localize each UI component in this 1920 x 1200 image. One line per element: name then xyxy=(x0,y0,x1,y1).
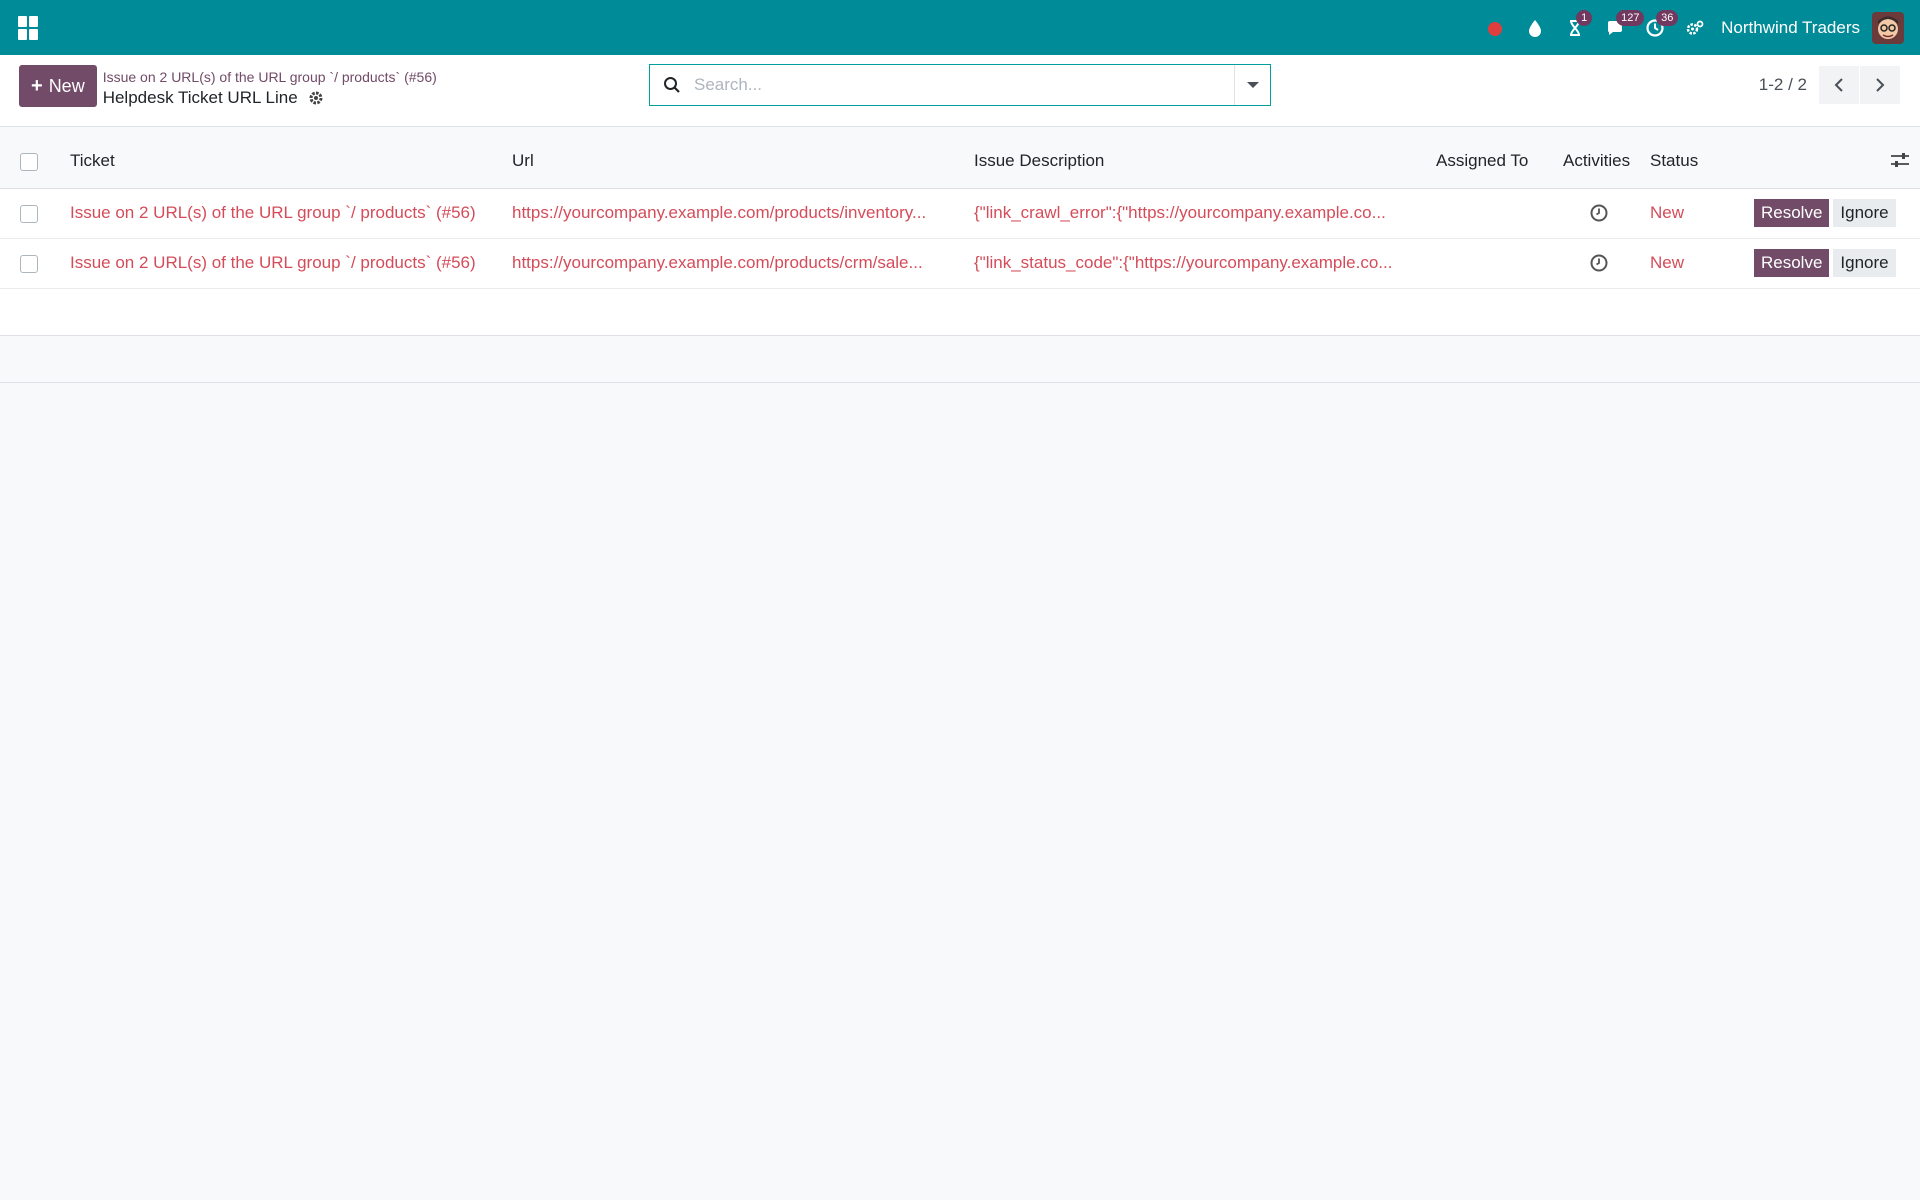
header-status[interactable]: Status xyxy=(1642,127,1720,189)
cell-issue-description[interactable]: {"link_status_code":{"https://yourcompan… xyxy=(966,238,1428,289)
apps-menu-icon[interactable] xyxy=(18,15,42,40)
cell-status[interactable]: New xyxy=(1642,238,1720,289)
ignore-button[interactable]: Ignore xyxy=(1833,199,1896,227)
new-button[interactable]: + New xyxy=(19,65,97,107)
activity-clock-icon[interactable]: 36 xyxy=(1635,0,1679,55)
plus-icon: + xyxy=(31,74,43,97)
navbar-systray: 1 127 36 Northwind Traders xyxy=(1475,0,1904,55)
company-switcher[interactable]: Northwind Traders xyxy=(1721,18,1860,38)
empty-row xyxy=(0,288,1920,336)
header-issue-description[interactable]: Issue Description xyxy=(966,127,1428,189)
cell-actions: Resolve Ignore xyxy=(1720,188,1920,239)
row-checkbox[interactable] xyxy=(20,204,38,223)
chevron-right-icon xyxy=(1876,78,1885,92)
pager: 1-2 / 2 xyxy=(1759,66,1900,104)
breadcrumb[interactable]: Issue on 2 URL(s) of the URL group `/ pr… xyxy=(103,69,437,85)
cell-ticket[interactable]: Issue on 2 URL(s) of the URL group `/ pr… xyxy=(62,188,504,239)
list-view: Ticket Url Issue Description Assigned To… xyxy=(0,127,1920,383)
cell-ticket[interactable]: Issue on 2 URL(s) of the URL group `/ pr… xyxy=(62,238,504,289)
cell-issue-description[interactable]: {"link_crawl_error":{"https://yourcompan… xyxy=(966,188,1428,239)
table-header-row: Ticket Url Issue Description Assigned To… xyxy=(0,127,1920,189)
cell-actions: Resolve Ignore xyxy=(1720,238,1920,289)
caret-down-icon xyxy=(1246,82,1259,88)
top-navbar: 1 127 36 Northwind Traders xyxy=(0,0,1920,55)
pager-next-button[interactable] xyxy=(1860,66,1900,104)
page-title: Helpdesk Ticket URL Line xyxy=(102,88,298,107)
gear-icon[interactable] xyxy=(308,90,324,106)
resolve-button[interactable]: Resolve xyxy=(1754,249,1830,277)
header-ticket[interactable]: Ticket xyxy=(62,127,504,189)
search-bar xyxy=(649,64,1271,106)
ignore-button[interactable]: Ignore xyxy=(1833,249,1896,277)
select-all-checkbox[interactable] xyxy=(20,152,38,171)
pager-value[interactable]: 1-2 / 2 xyxy=(1759,75,1807,95)
pager-previous-button[interactable] xyxy=(1819,66,1859,104)
header-url[interactable]: Url xyxy=(504,127,966,189)
search-input[interactable] xyxy=(694,65,1234,105)
cell-assigned-to[interactable] xyxy=(1428,238,1555,289)
cell-activities xyxy=(1555,238,1642,289)
url-lines-table: Ticket Url Issue Description Assigned To… xyxy=(0,127,1920,383)
optional-columns-icon[interactable] xyxy=(1890,151,1910,169)
empty-cell xyxy=(0,288,1920,336)
footer-cell xyxy=(0,335,1920,383)
row-select-cell xyxy=(0,188,62,239)
header-activities[interactable]: Activities xyxy=(1555,127,1642,189)
search-icon xyxy=(650,65,694,105)
activity-clock-icon[interactable] xyxy=(1589,253,1609,273)
settings-gears-icon[interactable] xyxy=(1675,0,1715,55)
new-button-label: New xyxy=(48,75,85,96)
cell-activities xyxy=(1555,188,1642,239)
drop-icon[interactable] xyxy=(1515,0,1555,55)
activity-clock-icon[interactable] xyxy=(1589,203,1609,223)
header-assigned-to[interactable]: Assigned To xyxy=(1428,127,1555,189)
chevron-left-icon xyxy=(1834,78,1843,92)
resolve-button[interactable]: Resolve xyxy=(1754,199,1830,227)
title-block: Issue on 2 URL(s) of the URL group `/ pr… xyxy=(103,64,437,108)
cell-assigned-to[interactable] xyxy=(1428,188,1555,239)
user-avatar[interactable] xyxy=(1872,11,1904,44)
page-title-row: Helpdesk Ticket URL Line xyxy=(103,88,437,108)
select-all-cell xyxy=(0,127,62,189)
search-options-toggle[interactable] xyxy=(1234,65,1270,105)
row-select-cell xyxy=(0,238,62,289)
cell-url[interactable]: https://yourcompany.example.com/products… xyxy=(504,238,966,289)
table-footer xyxy=(0,335,1920,383)
cell-url[interactable]: https://yourcompany.example.com/products… xyxy=(504,188,966,239)
chat-icon[interactable]: 127 xyxy=(1595,0,1645,55)
table-row[interactable]: Issue on 2 URL(s) of the URL group `/ pr… xyxy=(0,188,1920,239)
table-row[interactable]: Issue on 2 URL(s) of the URL group `/ pr… xyxy=(0,238,1920,289)
hourglass-badge: 1 xyxy=(1576,10,1593,26)
row-checkbox[interactable] xyxy=(20,254,38,273)
hourglass-icon[interactable]: 1 xyxy=(1555,0,1595,55)
record-dot-icon[interactable] xyxy=(1475,0,1515,55)
cell-status[interactable]: New xyxy=(1642,188,1720,239)
